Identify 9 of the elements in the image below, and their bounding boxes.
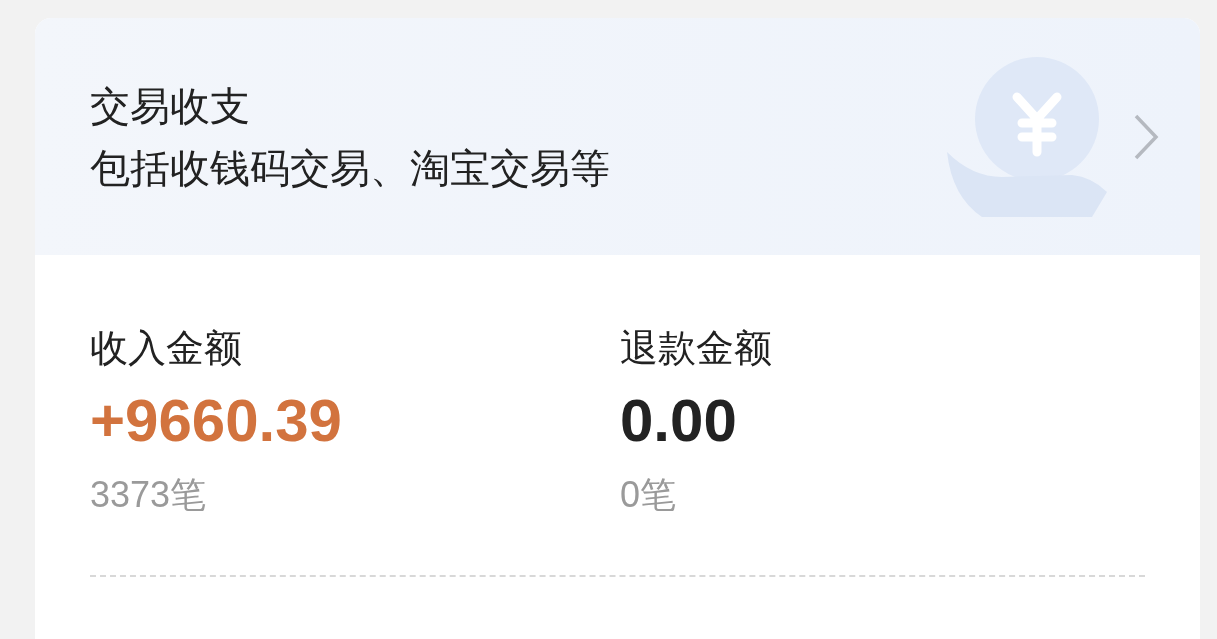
section-subtitle: 包括收钱码交易、淘宝交易等 — [90, 144, 611, 192]
stat-amount: 0.00 — [620, 386, 738, 456]
transaction-count: 0笔 — [620, 473, 678, 517]
header-banner[interactable]: 交易收支 包括收钱码交易、淘宝交易等 — [35, 18, 1200, 255]
stat-label: 收入金额 — [90, 326, 243, 371]
transaction-count: 3373笔 — [90, 473, 208, 517]
stat-label: 退款金额 — [620, 326, 773, 371]
section-title: 交易收支 — [90, 82, 251, 130]
stat-amount: +9660.39 — [90, 386, 343, 456]
